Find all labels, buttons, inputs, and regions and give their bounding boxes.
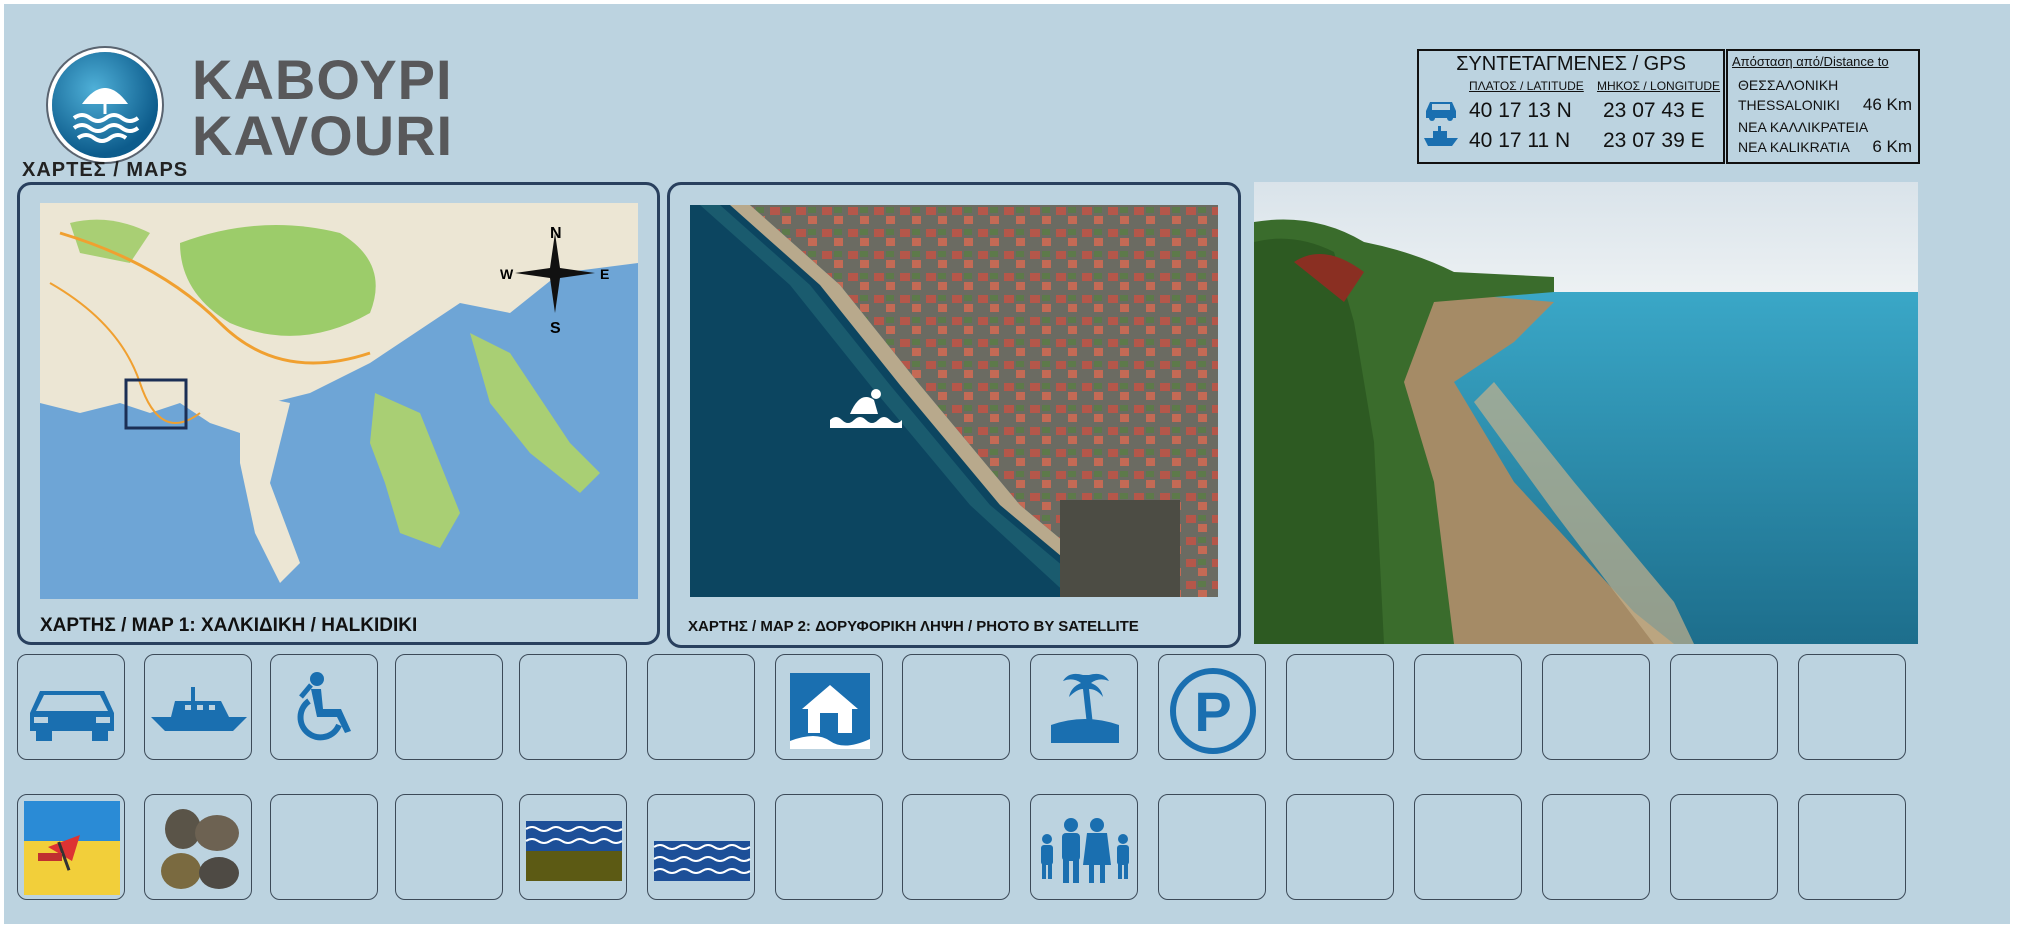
tile-empty: [1542, 654, 1650, 760]
boat-icon: [1424, 126, 1458, 146]
tile-empty: [1286, 654, 1394, 760]
tile-empty: [395, 794, 503, 900]
distance-line-thessaloniki: THESSALONIKI: [1738, 97, 1840, 113]
halkidiki-map[interactable]: N S W E: [40, 203, 638, 599]
compass-w: W: [500, 266, 514, 282]
latitude-header: ΠΛΑΤΟΣ / LATITUDE: [1469, 79, 1584, 93]
compass-n: N: [550, 225, 562, 242]
svg-text:P: P: [1194, 680, 1231, 743]
longitude-header: ΜΗΚΟΣ / LONGITUDE: [1597, 79, 1721, 93]
satellite-map[interactable]: [690, 205, 1218, 597]
tile-boat[interactable]: [144, 654, 252, 760]
distance-line-kalikratia: NEA KALIKRATIA: [1738, 139, 1850, 155]
tile-family[interactable]: [1030, 794, 1138, 900]
pebbles-icon: [161, 809, 239, 889]
sand-beach-icon: [24, 801, 120, 895]
beach-logo-icon: [52, 52, 158, 158]
tile-empty: [1414, 654, 1522, 760]
map2-panel: ΧΑΡΤΗΣ / MAP 2: ΔΟΡΥΦΟΡΙΚΗ ΛΗΨΗ / PHOTO …: [667, 182, 1241, 648]
map1-panel: N S W E ΧΑΡΤΗΣ / MAP 1: ΧΑΛΚΙΔΙΚΗ / HALK…: [17, 182, 660, 645]
gps-box: ΣΥΝΤΕΤΑΓΜΕΝΕΣ / GPS ΠΛΑΤΟΣ / LATITUDE ΜΗ…: [1417, 49, 1725, 164]
tile-empty: [775, 794, 883, 900]
tile-beach-house[interactable]: [775, 654, 883, 760]
island-icon: [1051, 673, 1119, 743]
compass-s: S: [550, 320, 561, 337]
parking-icon: P: [1170, 668, 1256, 754]
tile-car[interactable]: [17, 654, 125, 760]
tile-empty: [902, 654, 1010, 760]
distance-kalikratia-km: 6 Km: [1872, 137, 1912, 156]
tile-empty: [1414, 794, 1522, 900]
title-greek: ΚΑΒΟΥΡΙ: [192, 48, 453, 111]
map2-caption: ΧΑΡΤΗΣ / MAP 2: ΔΟΡΥΦΟΡΙΚΗ ΛΗΨΗ / PHOTO …: [688, 618, 1139, 635]
car-icon: [1426, 102, 1456, 121]
distance-line-kalikratia-gr: ΝΕΑ ΚΑΛΛΙΚΡΑΤΕΙΑ: [1738, 119, 1869, 135]
tile-empty: [1798, 794, 1906, 900]
boat-latitude: 40 17 11 N: [1469, 129, 1571, 152]
calm-water-icon: [653, 841, 751, 881]
tile-empty: [1542, 794, 1650, 900]
boat-icon: [151, 687, 247, 731]
distance-box: Απόσταση από/Distance to ΘΕΣΣΑΛΟΝΙΚΗ THE…: [1726, 49, 1920, 164]
car-latitude: 40 17 13 N: [1469, 99, 1572, 122]
tile-empty: [647, 654, 755, 760]
boat-longitude: 23 07 39 E: [1603, 129, 1705, 152]
tile-empty: [1798, 654, 1906, 760]
tile-pebbles[interactable]: [144, 794, 252, 900]
family-icon: [1041, 818, 1129, 883]
tile-empty: [1670, 654, 1778, 760]
tile-empty: [395, 654, 503, 760]
info-board: ΚΑΒΟΥΡΙ KAVOURI ΧΑΡΤΕΣ / MAPS ΣΥΝΤΕΤΑΓΜΕ…: [4, 4, 2010, 924]
tile-calm-water-shallow[interactable]: [519, 794, 627, 900]
tile-empty: [519, 654, 627, 760]
title-latin: KAVOURI: [192, 104, 454, 167]
distance-title: Απόσταση από/Distance to: [1732, 54, 1889, 69]
distance-thessaloniki-km: 46 Km: [1862, 95, 1912, 114]
tile-parking[interactable]: P: [1158, 654, 1266, 760]
tile-empty: [1670, 794, 1778, 900]
car-longitude: 23 07 43 E: [1603, 99, 1705, 122]
tile-island[interactable]: [1030, 654, 1138, 760]
map1-caption: ΧΑΡΤΗΣ / MAP 1: ΧΑΛΚΙΔΙΚΗ / HALKIDIKI: [40, 615, 418, 636]
distance-line-thessaloniki-gr: ΘΕΣΣΑΛΟΝΙΚΗ: [1738, 77, 1839, 93]
wheelchair-icon: [297, 672, 351, 741]
car-icon: [30, 691, 114, 741]
calm-water-shallow-icon: [525, 821, 623, 881]
tile-accessibility[interactable]: [270, 654, 378, 760]
beach-house-icon: [790, 673, 870, 749]
tile-empty: [1158, 794, 1266, 900]
tile-empty: [902, 794, 1010, 900]
tile-empty: [1286, 794, 1394, 900]
maps-label: ΧΑΡΤΕΣ / MAPS: [22, 159, 189, 181]
beach-photo[interactable]: [1254, 182, 1918, 644]
tile-calm-water[interactable]: [647, 794, 755, 900]
compass-e: E: [600, 266, 609, 282]
tile-empty: [270, 794, 378, 900]
tile-sand-beach[interactable]: [17, 794, 125, 900]
gps-title: ΣΥΝΤΕΤΑΓΜΕΝΕΣ / GPS: [1456, 53, 1686, 75]
